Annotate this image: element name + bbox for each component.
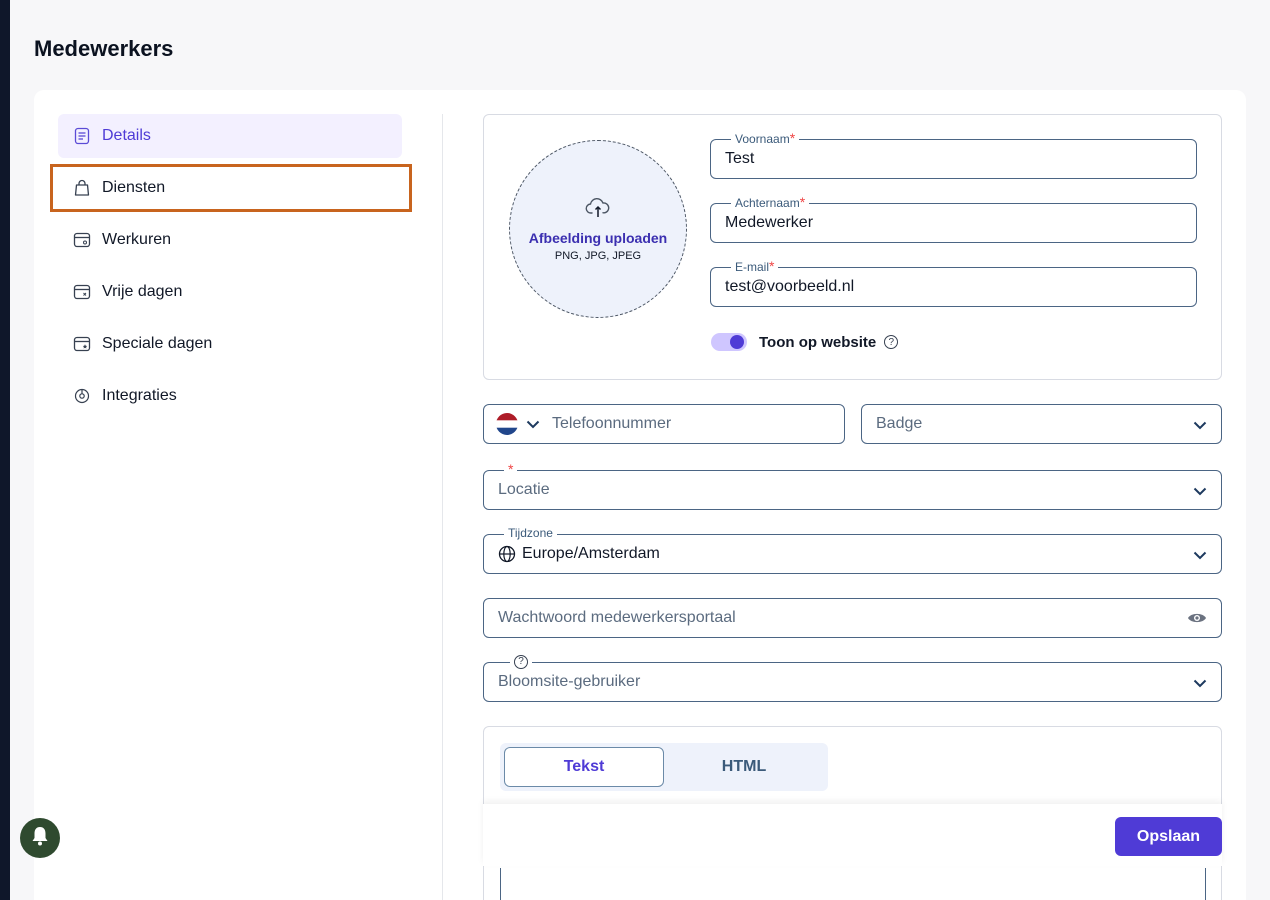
cloud-upload-icon — [585, 197, 611, 224]
phone-placeholder: Telefoonnummer — [552, 415, 672, 432]
upload-formats: PNG, JPG, JPEG — [554, 249, 642, 262]
sidebar-item-label: Diensten — [102, 179, 166, 196]
save-bar: Opslaan — [483, 804, 1222, 866]
notification-button[interactable] — [20, 818, 60, 858]
section-sidebar: Details Diensten Werkuren Vrije dagen Sp… — [50, 114, 412, 426]
password-placeholder: Wachtwoord medewerkersportaal — [498, 609, 736, 626]
chevron-down-icon — [1193, 417, 1207, 435]
sidebar-item-speciale-dagen[interactable]: Speciale dagen — [58, 322, 402, 366]
show-on-website-row: Toon op website ? — [711, 333, 899, 351]
last-name-label: Achternaam* — [731, 194, 810, 210]
chevron-down-icon — [1193, 547, 1207, 565]
editor-tabs: Tekst HTML — [500, 743, 828, 791]
location-placeholder: Locatie — [498, 481, 550, 498]
sidebar-item-details[interactable]: Details — [58, 114, 402, 158]
sidebar-item-vrije-dagen[interactable]: Vrije dagen — [58, 270, 402, 314]
timezone-label: Tijdzone — [504, 526, 557, 540]
profile-section: Afbeelding uploaden PNG, JPG, JPEG Voorn… — [483, 114, 1222, 380]
image-upload-dropzone[interactable]: Afbeelding uploaden PNG, JPG, JPEG — [509, 140, 687, 318]
show-on-website-toggle[interactable] — [711, 333, 747, 351]
upload-title: Afbeelding uploaden — [528, 229, 668, 246]
chevron-down-icon[interactable] — [526, 420, 540, 429]
email-field[interactable]: E-mail* test@voorbeeld.nl — [710, 259, 1197, 307]
required-marker: * — [508, 461, 514, 477]
sidebar-item-diensten[interactable]: Diensten — [50, 164, 412, 212]
bloomsite-user-placeholder: Bloomsite-gebruiker — [498, 673, 641, 690]
chevron-down-icon — [1193, 675, 1207, 693]
calendar-star-icon — [72, 334, 92, 354]
calendar-clock-icon — [72, 230, 92, 250]
save-button[interactable]: Opslaan — [1115, 817, 1222, 856]
first-name-label: Voornaam* — [731, 130, 800, 146]
document-icon — [72, 126, 92, 146]
password-field[interactable]: Wachtwoord medewerkersportaal — [483, 598, 1222, 638]
app-edge-strip — [0, 0, 10, 900]
last-name-value: Medewerker — [725, 214, 814, 231]
last-name-field[interactable]: Achternaam* Medewerker — [710, 195, 1197, 243]
bloomsite-user-select[interactable]: ? Bloomsite-gebruiker — [483, 653, 1222, 702]
help-icon[interactable]: ? — [884, 335, 899, 349]
tab-html[interactable]: HTML — [664, 747, 824, 787]
flag-nl-icon[interactable] — [496, 413, 518, 435]
sidebar-item-label: Speciale dagen — [102, 335, 213, 352]
eye-icon[interactable] — [1187, 611, 1207, 630]
section-divider — [442, 114, 443, 900]
badge-placeholder: Badge — [876, 415, 923, 432]
timezone-select[interactable]: Tijdzone Europe/Amsterdam — [483, 526, 1222, 574]
globe-icon — [498, 545, 516, 563]
location-label: * — [504, 461, 518, 477]
sidebar-item-label: Details — [102, 127, 151, 144]
sidebar-item-werkuren[interactable]: Werkuren — [58, 218, 402, 262]
required-marker: * — [769, 258, 775, 274]
email-label: E-mail* — [731, 258, 779, 274]
integration-icon — [72, 386, 92, 406]
badge-select[interactable]: Badge — [861, 404, 1222, 444]
first-name-value: Test — [725, 150, 755, 167]
phone-field[interactable]: Telefoonnummer — [483, 404, 845, 444]
show-on-website-label: Toon op website — [759, 333, 877, 351]
calendar-x-icon — [72, 282, 92, 302]
required-marker: * — [799, 194, 806, 210]
required-marker: * — [789, 130, 796, 146]
first-name-field[interactable]: Voornaam* Test — [710, 131, 1197, 179]
bell-icon — [30, 825, 50, 852]
help-icon[interactable]: ? — [514, 655, 528, 669]
location-select[interactable]: * Locatie — [483, 462, 1222, 510]
employee-form: Afbeelding uploaden PNG, JPG, JPEG Voorn… — [483, 114, 1222, 900]
sidebar-item-label: Vrije dagen — [102, 283, 183, 300]
chevron-down-icon — [1193, 483, 1207, 501]
email-value: test@voorbeeld.nl — [725, 278, 855, 295]
tab-tekst[interactable]: Tekst — [504, 747, 664, 787]
content-card: Details Diensten Werkuren Vrije dagen Sp… — [34, 90, 1246, 900]
sidebar-item-label: Integraties — [102, 387, 177, 404]
timezone-value: Europe/Amsterdam — [522, 545, 660, 562]
page-title: Medewerkers — [34, 36, 174, 61]
bloomsite-user-label: ? — [510, 653, 532, 669]
toggle-knob — [730, 335, 744, 349]
bag-icon — [72, 178, 92, 198]
sidebar-item-integraties[interactable]: Integraties — [58, 374, 402, 418]
sidebar-item-label: Werkuren — [102, 231, 172, 248]
editor-text-area[interactable] — [500, 868, 1206, 900]
